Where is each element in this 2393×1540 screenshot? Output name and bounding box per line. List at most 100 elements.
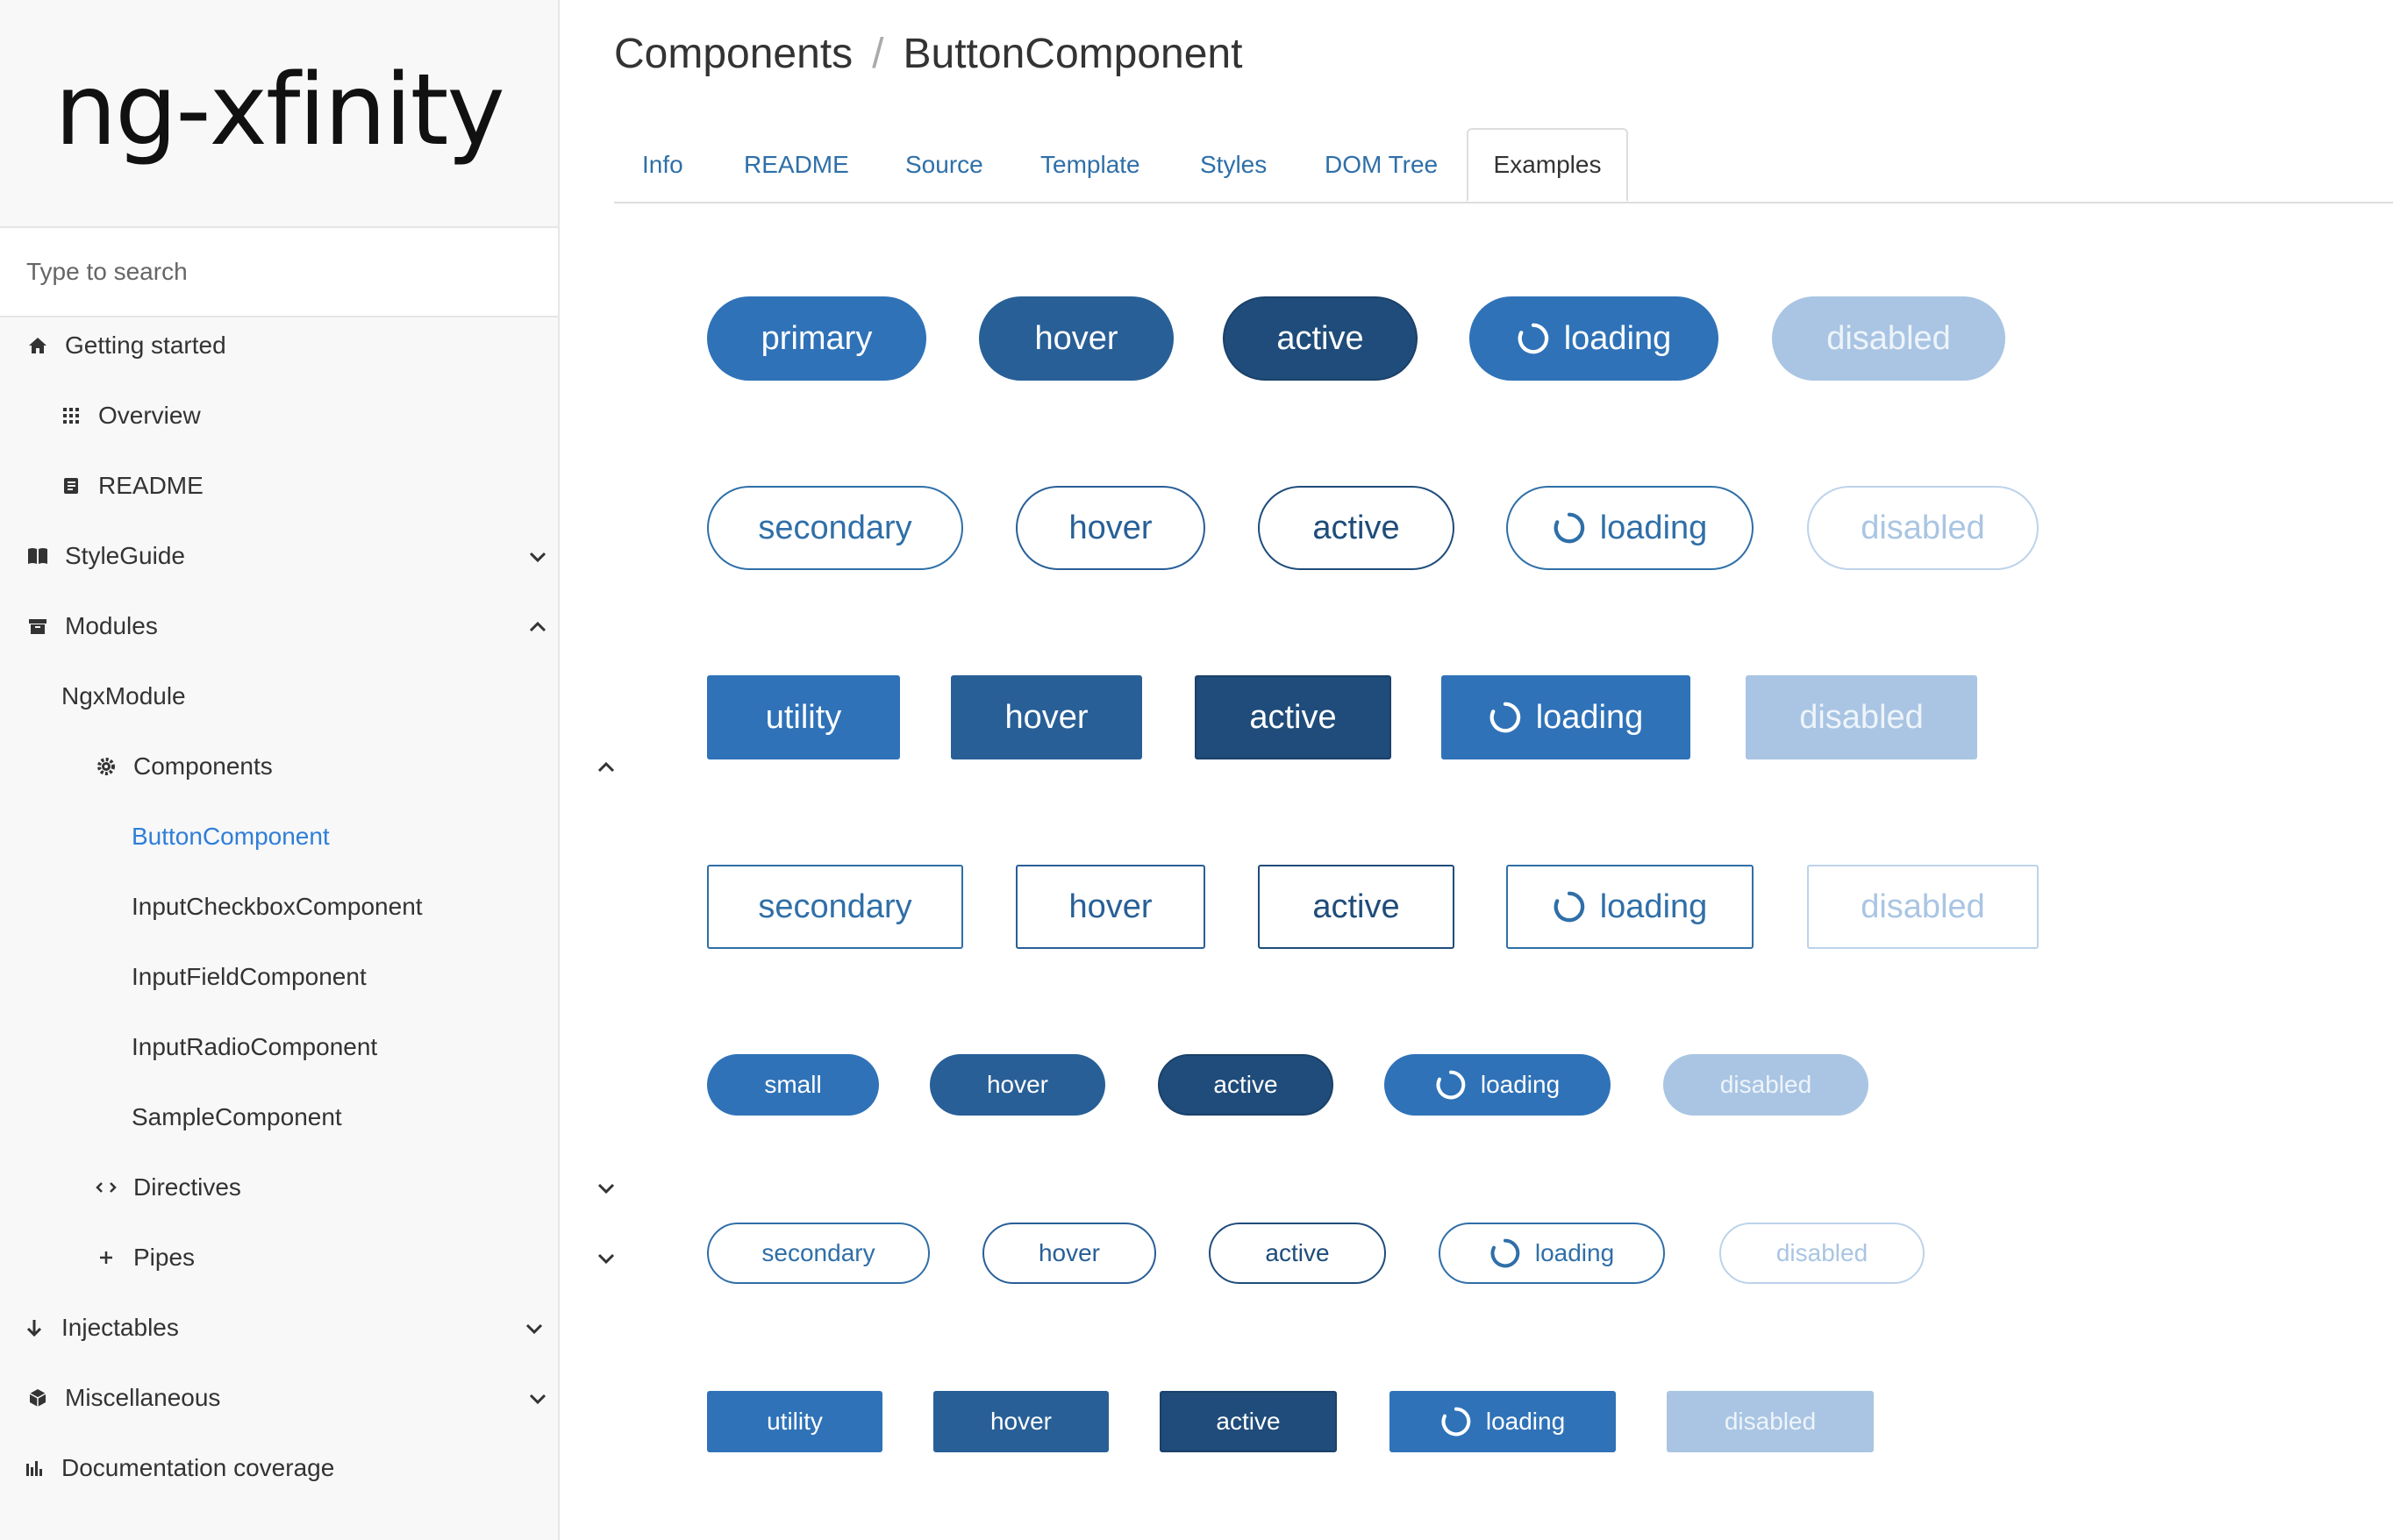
- active-button[interactable]: active: [1258, 486, 1454, 570]
- loading-button[interactable]: loading: [1384, 1054, 1611, 1116]
- logo[interactable]: ng-xfinity: [54, 53, 505, 168]
- hover-button[interactable]: hover: [951, 675, 1142, 759]
- loading-button[interactable]: loading: [1506, 486, 1754, 570]
- tab-info[interactable]: Info: [642, 128, 683, 202]
- breadcrumb: Components / ButtonComponent: [614, 30, 1242, 78]
- chevron-down-icon[interactable]: [523, 1317, 546, 1340]
- tab-source[interactable]: Source: [905, 128, 983, 202]
- home-icon: [26, 334, 49, 357]
- spinner-icon: [1554, 512, 1584, 544]
- tab-template[interactable]: Template: [1040, 128, 1140, 202]
- tab-styles[interactable]: Styles: [1200, 128, 1267, 202]
- button-label: active: [1312, 888, 1400, 925]
- loading-button[interactable]: loading: [1441, 675, 1690, 759]
- sidebar-item-overview[interactable]: Overview: [0, 389, 618, 442]
- button-label: disabled: [1861, 888, 1985, 925]
- example-button[interactable]: small: [707, 1054, 879, 1116]
- loading-button[interactable]: loading: [1506, 865, 1754, 949]
- sidebar-item-ngxmodule[interactable]: NgxModule: [0, 670, 619, 723]
- button-label: hover: [1068, 888, 1153, 925]
- sidebar-item-label: Injectables: [61, 1314, 179, 1341]
- sidebar-item-label: NgxModule: [61, 682, 186, 709]
- sidebar-item-injectables[interactable]: Injectables: [0, 1301, 581, 1354]
- sidebar-item-inputcheckboxcomponent[interactable]: InputCheckboxComponent: [0, 881, 689, 933]
- open-book-icon: [26, 545, 49, 567]
- sidebar-item-miscellaneous[interactable]: Miscellaneous: [0, 1372, 584, 1424]
- sidebar-item-label: Pipes: [133, 1244, 196, 1271]
- active-button[interactable]: active: [1223, 296, 1418, 381]
- sidebar-item-readme[interactable]: README: [0, 460, 618, 512]
- active-button[interactable]: active: [1209, 1223, 1386, 1284]
- active-button[interactable]: active: [1195, 675, 1391, 759]
- example-button[interactable]: secondary: [707, 1223, 930, 1284]
- button-label: loading: [1535, 698, 1644, 736]
- spinner-icon: [1489, 702, 1520, 733]
- sidebar-item-directives[interactable]: Directives: [0, 1161, 653, 1214]
- hover-button[interactable]: hover: [982, 1223, 1156, 1284]
- button-label: active: [1265, 1239, 1330, 1266]
- loading-button[interactable]: loading: [1389, 1391, 1616, 1452]
- sidebar-item-inputfieldcomponent[interactable]: InputFieldComponent: [0, 951, 689, 1003]
- tab-bar: Info README Source Template Styles DOM T…: [614, 128, 2393, 203]
- tab-examples[interactable]: Examples: [1467, 128, 1628, 202]
- spinner-icon: [1436, 1070, 1466, 1100]
- active-button[interactable]: active: [1160, 1391, 1337, 1452]
- breadcrumb-parent[interactable]: Components: [614, 31, 853, 77]
- sidebar-item-buttoncomponent[interactable]: ButtonComponent: [0, 810, 689, 863]
- button-label: active: [1276, 319, 1364, 357]
- example-button[interactable]: utility: [707, 1391, 882, 1452]
- chevron-down-icon[interactable]: [526, 545, 549, 568]
- chevron-up-icon[interactable]: [526, 616, 549, 638]
- logo-area: ng-xfinity: [0, 0, 558, 228]
- sidebar: ng-xfinity Getting started Overview READ…: [0, 0, 615, 1540]
- sidebar-item-label: Overview: [98, 402, 201, 429]
- tab-dom-tree[interactable]: DOM Tree: [1325, 128, 1438, 202]
- button-label: loading: [1599, 509, 1708, 546]
- button-label: disabled: [1799, 698, 1924, 736]
- button-label: active: [1213, 1071, 1278, 1098]
- button-label: secondary: [758, 509, 912, 546]
- button-label: loading: [1485, 1408, 1566, 1435]
- sidebar-item-label: Modules: [65, 612, 158, 639]
- chevron-down-icon[interactable]: [526, 1387, 549, 1410]
- hover-button[interactable]: hover: [1016, 486, 1205, 570]
- button-label: utility: [765, 698, 842, 736]
- hover-button[interactable]: hover: [979, 296, 1174, 381]
- sidebar-item-styleguide[interactable]: StyleGuide: [0, 530, 584, 582]
- disabled-button: disabled: [1746, 675, 1977, 759]
- sidebar-item-components[interactable]: Components: [0, 740, 653, 793]
- button-label: hover: [1034, 319, 1118, 357]
- sidebar-item-label: ButtonComponent: [132, 823, 330, 850]
- hover-button[interactable]: hover: [930, 1054, 1105, 1116]
- sidebar-item-label: Components: [133, 752, 273, 780]
- loading-button[interactable]: loading: [1439, 1223, 1665, 1284]
- button-label: secondary: [761, 1239, 875, 1266]
- hover-button[interactable]: hover: [1016, 865, 1205, 949]
- button-label: loading: [1480, 1071, 1561, 1098]
- sidebar-item-label: InputCheckboxComponent: [132, 893, 423, 920]
- sidebar-item-getting-started[interactable]: Getting started: [0, 319, 584, 372]
- button-label: hover: [1038, 1239, 1101, 1266]
- sidebar-item-label: SampleComponent: [132, 1103, 342, 1130]
- hover-button[interactable]: hover: [933, 1391, 1109, 1452]
- sidebar-item-samplecomponent[interactable]: SampleComponent: [0, 1091, 689, 1144]
- sidebar-item-documentation-coverage[interactable]: Documentation coverage: [0, 1442, 581, 1494]
- breadcrumb-separator: /: [872, 31, 884, 77]
- example-button[interactable]: secondary: [707, 486, 963, 570]
- active-button[interactable]: active: [1158, 1054, 1333, 1116]
- loading-button[interactable]: loading: [1469, 296, 1718, 381]
- tab-readme[interactable]: README: [744, 128, 849, 202]
- sidebar-item-pipes[interactable]: Pipes: [0, 1231, 653, 1284]
- example-button[interactable]: utility: [707, 675, 900, 759]
- sidebar-item-modules[interactable]: Modules: [0, 600, 584, 652]
- sidebar-item-label: Miscellaneous: [65, 1384, 221, 1411]
- button-label: hover: [986, 1071, 1049, 1098]
- active-button[interactable]: active: [1258, 865, 1454, 949]
- button-label: loading: [1599, 888, 1708, 925]
- search-input[interactable]: [25, 257, 519, 287]
- example-button[interactable]: secondary: [707, 865, 963, 949]
- button-label: disabled: [1826, 319, 1951, 357]
- example-button[interactable]: primary: [707, 296, 926, 381]
- spinner-icon: [1441, 1407, 1471, 1437]
- sidebar-item-inputradiocomponent[interactable]: InputRadioComponent: [0, 1021, 689, 1073]
